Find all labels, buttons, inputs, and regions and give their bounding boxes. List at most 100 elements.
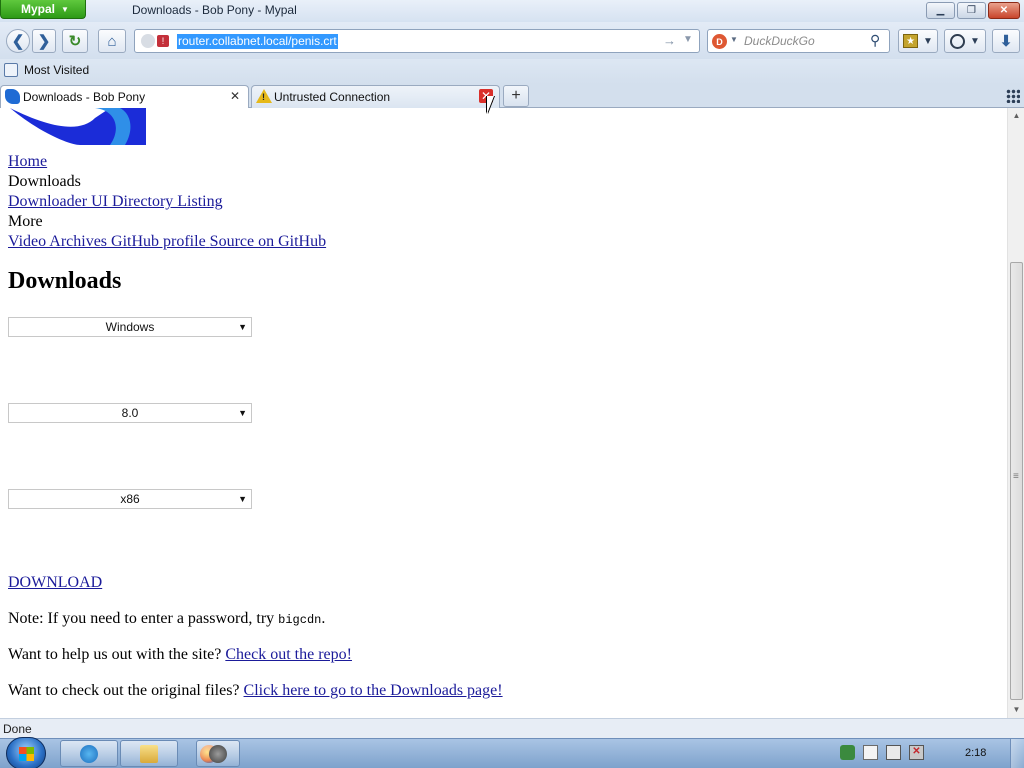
close-window-button[interactable]: ✕	[988, 2, 1020, 19]
site-nav: Home Downloads Downloader UI Directory L…	[8, 152, 326, 252]
chevron-down-icon: ▼	[61, 4, 69, 14]
globe-icon	[141, 34, 155, 48]
nav-home-link[interactable]: Home	[8, 153, 47, 170]
scroll-up-arrow-icon[interactable]: ▲	[1008, 108, 1024, 124]
architecture-select[interactable]: x86 ▼	[8, 489, 252, 509]
download-link[interactable]: DOWNLOAD	[8, 574, 102, 592]
internet-explorer-icon	[80, 744, 98, 763]
app-menu-label: Mypal	[21, 2, 56, 16]
password-note-text: Note: If you need to enter a password, t…	[8, 610, 279, 627]
tab-strip: Downloads - Bob Pony ✕ ! Untrusted Conne…	[0, 84, 1024, 108]
download-arrow-icon: ⬇	[999, 33, 1013, 50]
scroll-down-arrow-icon[interactable]: ▼	[1008, 702, 1024, 718]
home-button[interactable]: ⌂	[98, 29, 126, 53]
taskbar-clock[interactable]: 2:18	[965, 747, 986, 759]
tab-untrusted-connection[interactable]: ! Untrusted Connection ✕	[251, 85, 500, 108]
app-menu-button[interactable]: Mypal ▼	[0, 0, 86, 19]
insecure-lock-icon: !	[157, 35, 169, 47]
bookmarks-menu-button[interactable]: ★ ▼	[898, 29, 938, 53]
reload-button[interactable]: ↻	[62, 29, 88, 53]
navigation-toolbar: ❮ ❯ ↻ ⌂ ! router.collabnet.local/penis.c…	[0, 22, 1024, 59]
scrollbar-thumb[interactable]	[1010, 262, 1023, 700]
source-on-github-link[interactable]: Source on GitHub	[210, 233, 326, 250]
original-files-note: Want to check out the original files? Cl…	[8, 682, 503, 700]
site-identity-button[interactable]: !	[141, 34, 173, 48]
windows-logo-icon	[19, 747, 34, 761]
tab-title: Untrusted Connection	[274, 90, 391, 104]
os-select[interactable]: Windows ▼	[8, 317, 252, 337]
tab-title: Downloads - Bob Pony	[23, 90, 146, 104]
chevron-down-icon: ▼	[238, 408, 247, 418]
bookmark-star-icon: ★	[903, 34, 919, 48]
github-profile-link[interactable]: GitHub profile	[111, 233, 206, 250]
start-button[interactable]	[6, 737, 46, 768]
search-bar[interactable]: D ▼ DuckDuckGo ⚲	[707, 29, 890, 53]
os-select-value: Windows	[105, 320, 155, 334]
history-button[interactable]: ▼	[944, 29, 986, 53]
vertical-scrollbar[interactable]: ▲ ▼	[1007, 108, 1024, 718]
folder-icon	[140, 744, 158, 763]
magnifier-icon[interactable]: ⚲	[870, 32, 880, 49]
chevron-down-icon: ▼	[970, 35, 980, 47]
warning-mark: !	[262, 92, 265, 102]
nav-downloader-ui-link[interactable]: Downloader UI Directory Listing	[8, 193, 223, 210]
close-tab-icon[interactable]: ✕	[228, 89, 242, 103]
mouse-cursor-icon	[487, 96, 494, 114]
go-arrow-icon[interactable]: →	[663, 33, 676, 48]
system-tray: ✕	[840, 745, 924, 760]
taskbar-internet-explorer[interactable]	[60, 740, 118, 767]
password-note-suffix: .	[321, 610, 326, 627]
chevron-down-icon: ▼	[238, 322, 247, 332]
nav-downloads-label: Downloads	[8, 173, 81, 190]
title-bar: Mypal ▼ Downloads - Bob Pony - Mypal ▁ ❐…	[0, 0, 1024, 22]
repo-note: Want to help us out with the site? Check…	[8, 646, 352, 664]
version-select-value: 8.0	[121, 406, 139, 420]
repo-link[interactable]: Check out the repo!	[225, 646, 352, 663]
document-icon[interactable]	[863, 745, 878, 760]
volume-muted-icon[interactable]: ✕	[909, 745, 924, 760]
url-text[interactable]: router.collabnet.local/penis.crt	[177, 34, 338, 49]
taskbar-file-explorer[interactable]	[120, 740, 178, 767]
chevron-down-icon[interactable]: ▼	[730, 35, 738, 44]
url-bar[interactable]: ! router.collabnet.local/penis.crt → ▼	[134, 29, 700, 53]
page-content: Home Downloads Downloader UI Directory L…	[0, 108, 1007, 718]
arrow-left-icon: ❮	[11, 33, 25, 50]
home-icon: ⌂	[107, 32, 117, 50]
security-icon[interactable]	[840, 745, 855, 760]
nav-more-label: More	[8, 213, 43, 230]
repo-note-text: Want to help us out with the site?	[8, 646, 226, 663]
most-visited-folder[interactable]: Most Visited	[4, 63, 89, 77]
url-dropdown-icon[interactable]: ▼	[683, 34, 693, 45]
clock-icon	[950, 33, 966, 49]
tab-groups-icon[interactable]	[1006, 89, 1020, 103]
folder-icon	[4, 63, 18, 77]
network-icon[interactable]	[886, 745, 901, 760]
chevron-down-icon: ▼	[923, 35, 933, 47]
video-archives-link[interactable]: Video Archives	[8, 233, 107, 250]
tab-downloads[interactable]: Downloads - Bob Pony ✕	[0, 85, 249, 108]
most-visited-label: Most Visited	[24, 63, 90, 77]
new-tab-button[interactable]: +	[503, 85, 529, 107]
version-select[interactable]: 8.0 ▼	[8, 403, 252, 423]
password-note: Note: If you need to enter a password, t…	[8, 610, 325, 628]
taskbar-mypal[interactable]	[196, 740, 240, 767]
restore-button[interactable]: ❐	[957, 2, 986, 19]
status-text: Done	[3, 722, 32, 736]
page-title: Downloads	[8, 268, 122, 294]
show-desktop-button[interactable]	[1010, 739, 1024, 768]
downloads-page-link[interactable]: Click here to go to the Downloads page!	[244, 682, 503, 699]
reload-icon: ↻	[68, 33, 82, 50]
plus-icon: +	[511, 87, 521, 104]
search-input[interactable]: DuckDuckGo	[744, 34, 815, 48]
back-button[interactable]: ❮	[6, 29, 30, 53]
downloads-button[interactable]: ⬇	[992, 29, 1020, 53]
bobpony-favicon-icon	[5, 89, 20, 104]
window-title: Downloads - Bob Pony - Mypal	[132, 3, 297, 17]
arrow-right-icon: ❯	[37, 33, 51, 50]
mypal-raccoon-icon	[209, 744, 227, 763]
duckduckgo-icon[interactable]: D	[712, 34, 727, 49]
forward-button[interactable]: ❯	[32, 29, 56, 53]
bookmarks-toolbar: Most Visited	[0, 59, 1024, 84]
status-bar: Done	[0, 718, 1024, 738]
minimize-button[interactable]: ▁	[926, 2, 955, 19]
